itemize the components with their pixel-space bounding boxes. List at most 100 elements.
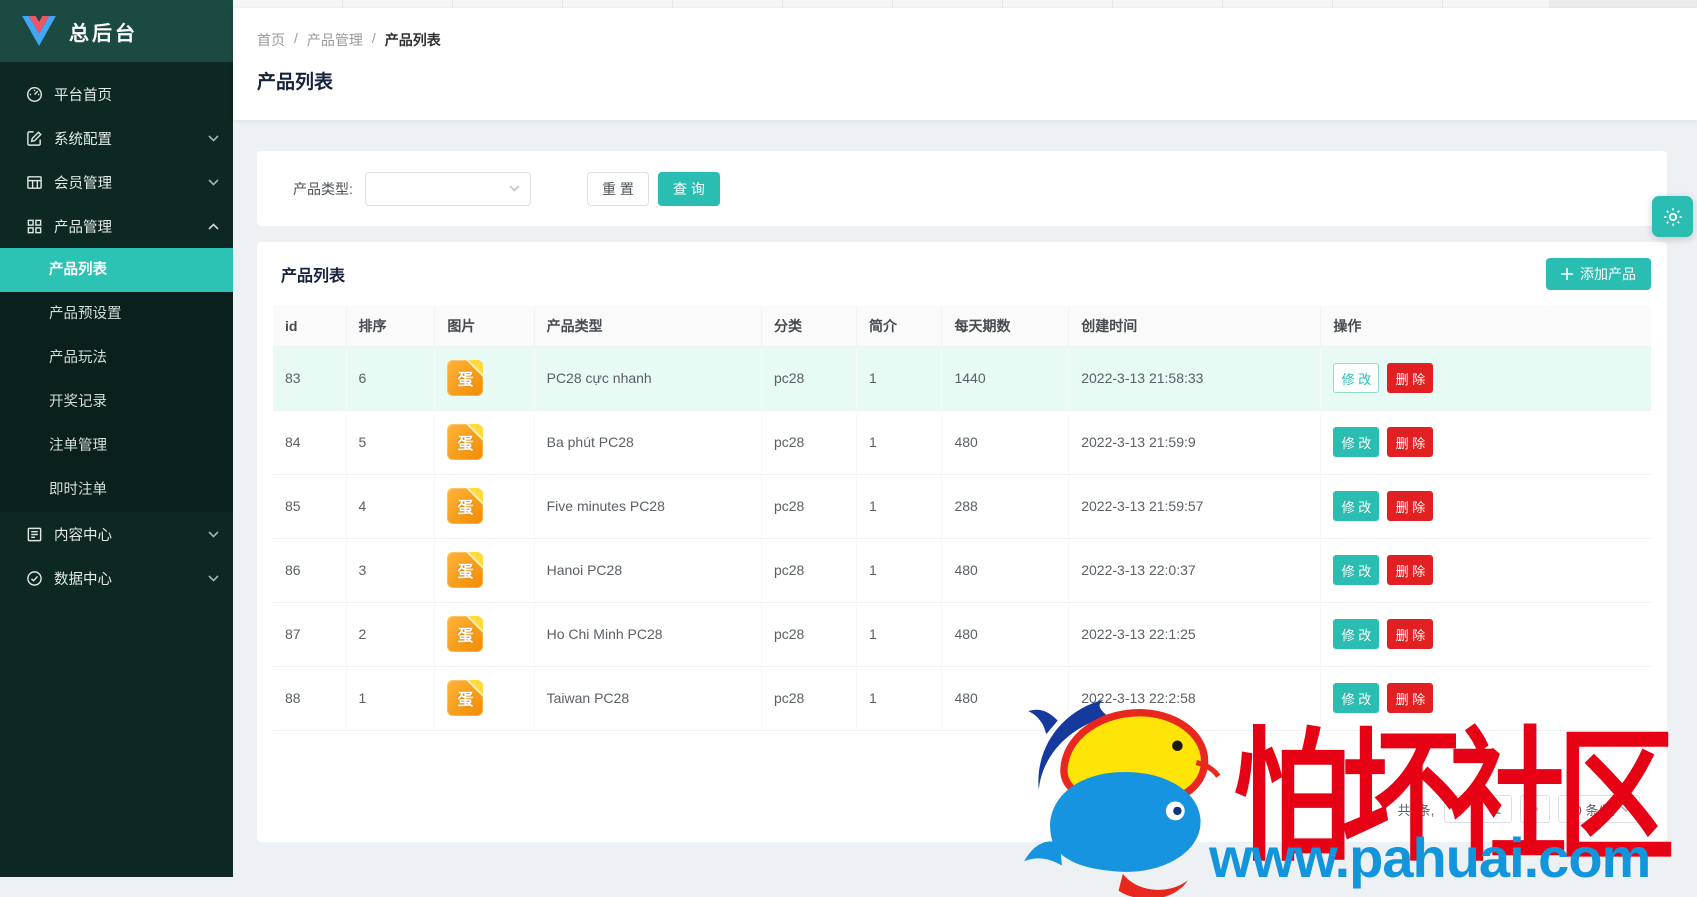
edit-button[interactable]: 修 改 (1333, 427, 1380, 457)
edit-button[interactable]: 修 改 (1333, 555, 1380, 585)
delete-button[interactable]: 删 除 (1387, 427, 1434, 457)
chevron-down-icon (208, 134, 219, 142)
cell-intro: 1 (856, 410, 943, 475)
delete-button[interactable]: 删 除 (1387, 491, 1434, 521)
plus-icon (1561, 268, 1573, 280)
cell-category: pc28 (761, 666, 858, 731)
table-body: 83 6 蛋 PC28 cực nhanh pc28 1 1440 2022-3-13 21:… (273, 346, 1651, 731)
column-header: 创建时间 (1068, 306, 1322, 347)
table-header-row: id 排序 图片 产品类型 分类 简介 每天期数 创建时间 操作 (273, 306, 1651, 347)
column-header: id (273, 306, 347, 347)
sidebar-item-product-management[interactable]: 产品管理 (0, 204, 233, 248)
cell-category: pc28 (761, 602, 858, 667)
sidebar-item-system-config[interactable]: 系统配置 (0, 116, 233, 160)
settings-gear-button[interactable] (1652, 196, 1693, 237)
cell-actions: 修 改删 除 (1320, 538, 1651, 603)
column-header: 图片 (434, 306, 535, 347)
sidebar-item-product-preset[interactable]: 产品预设置 (0, 292, 233, 336)
page-title: 产品列表 (257, 72, 334, 93)
search-button[interactable]: 查 询 (657, 171, 720, 206)
pagination-next-button[interactable] (1520, 795, 1551, 823)
sidebar-item-content-center[interactable]: 内容中心 (0, 512, 233, 556)
cell-created-time: 2022-3-13 21:58:33 (1068, 346, 1322, 411)
sidebar-item-platform-home[interactable]: 平台首页 (0, 72, 233, 116)
breadcrumb-separator: / (294, 30, 298, 46)
reset-button[interactable]: 重 置 (586, 171, 649, 206)
edit-button[interactable]: 修 改 (1333, 683, 1380, 713)
product-image: 蛋 (447, 552, 484, 588)
product-image: 蛋 (447, 616, 484, 652)
cell-created-time: 2022-3-13 22:2:58 (1068, 666, 1322, 731)
chevron-down-icon (509, 185, 520, 192)
delete-button[interactable]: 删 除 (1387, 683, 1434, 713)
products-icon (25, 217, 43, 235)
cell-image: 蛋 (434, 410, 535, 475)
add-product-button[interactable]: 添加产品 (1546, 258, 1651, 290)
delete-button[interactable]: 删 除 (1387, 555, 1434, 585)
product-type-select[interactable] (364, 171, 531, 206)
breadcrumb-link[interactable]: 首页 (257, 30, 285, 50)
sidebar-submenu: 产品列表 产品预设置 产品玩法 开奖记录 注单管理 即时注单 (0, 248, 233, 512)
cell-created-time: 2022-3-13 22:0:37 (1068, 538, 1322, 603)
pagination-current-page[interactable]: 1 (1482, 795, 1513, 823)
breadcrumb-separator: / (371, 30, 376, 46)
cell-daily-periods: 288 (941, 474, 1070, 539)
breadcrumb-link[interactable]: 产品管理 (307, 30, 363, 50)
cell-id: 83 (273, 346, 347, 411)
cell-sort: 6 (346, 346, 436, 411)
sidebar-item-product-list[interactable]: 产品列表 (0, 248, 233, 292)
cell-sort: 3 (346, 538, 436, 603)
cell-daily-periods: 480 (941, 666, 1070, 731)
delete-button[interactable]: 删 除 (1387, 363, 1434, 393)
cell-created-time: 2022-3-13 21:59:57 (1068, 474, 1322, 539)
cell-actions: 修 改删 除 (1320, 602, 1651, 667)
chevron-down-icon (208, 574, 219, 582)
sidebar-item-bet-management[interactable]: 注单管理 (0, 424, 233, 468)
edit-button[interactable]: 修 改 (1333, 491, 1380, 521)
table-row: 88 1 蛋 Taiwan PC28 pc28 1 480 2022-3-13 22:2:58… (273, 666, 1651, 731)
delete-button[interactable]: 删 除 (1387, 619, 1434, 649)
cell-product-type: Hanoi PC28 (534, 538, 762, 603)
pagination-page-size-select[interactable]: 10 条/页 (1558, 795, 1640, 823)
sidebar-item-realtime-bets[interactable]: 即时注单 (0, 468, 233, 512)
cell-sort: 5 (346, 410, 436, 475)
column-header: 分类 (761, 306, 858, 347)
cell-product-type: Ho Chi Minh PC28 (534, 602, 762, 667)
cell-id: 86 (273, 538, 347, 603)
cell-actions: 修 改删 除 (1320, 474, 1651, 539)
pagination-prev-button[interactable] (1444, 795, 1475, 823)
chevron-left-icon (1455, 803, 1463, 815)
cell-image: 蛋 (434, 666, 535, 731)
cell-actions: 修 改删 除 (1320, 666, 1651, 731)
cell-actions: 修 改删 除 (1320, 410, 1651, 475)
cell-actions: 修 改删 除 (1320, 346, 1651, 411)
edit-button[interactable]: 修 改 (1333, 363, 1380, 393)
main-area: 首页 / 产品管理 / 产品列表 产品列表 产品类型: 重 置 查 询 产品列表 (233, 0, 1697, 877)
table-row: 84 5 蛋 Ba phút PC28 pc28 1 480 2022-3-13 21:59:… (273, 410, 1651, 475)
cell-intro: 1 (856, 474, 943, 539)
chevron-right-icon (1531, 803, 1539, 815)
breadcrumb-current: 产品列表 (384, 32, 441, 48)
product-type-label: 产品类型: (293, 180, 353, 197)
cell-product-type: Ba phút PC28 (534, 410, 762, 475)
table-row: 83 6 蛋 PC28 cực nhanh pc28 1 1440 2022-3-13 21:… (273, 346, 1651, 411)
app-title: 总后台 (69, 22, 138, 45)
sidebar-item-draw-records[interactable]: 开奖记录 (0, 380, 233, 424)
sidebar: 总后台 平台首页 系统配置 会员管理 产品管理 产品列表 产品预设置 产品玩法 开奖记录 注单管… (0, 0, 233, 877)
cell-sort: 1 (346, 666, 436, 731)
cell-daily-periods: 480 (941, 602, 1070, 667)
cell-created-time: 2022-3-13 22:1:25 (1068, 602, 1322, 667)
chevron-down-icon (1621, 806, 1631, 812)
sidebar-item-data-center[interactable]: 数据中心 (0, 556, 233, 600)
members-icon (25, 173, 43, 191)
cell-intro: 1 (856, 346, 943, 411)
sidebar-item-product-play[interactable]: 产品玩法 (0, 336, 233, 380)
cell-image: 蛋 (434, 474, 535, 539)
cell-created-time: 2022-3-13 21:59:9 (1068, 410, 1322, 475)
sidebar-menu: 平台首页 系统配置 会员管理 产品管理 产品列表 产品预设置 产品玩法 开奖记录 注单管理 即时注… (0, 62, 233, 877)
page-header: 首页 / 产品管理 / 产品列表 产品列表 (233, 8, 1697, 120)
sidebar-item-member-management[interactable]: 会员管理 (0, 160, 233, 204)
cell-product-type: Five minutes PC28 (534, 474, 762, 539)
edit-button[interactable]: 修 改 (1333, 619, 1380, 649)
sidebar-header: 总后台 (0, 0, 233, 62)
